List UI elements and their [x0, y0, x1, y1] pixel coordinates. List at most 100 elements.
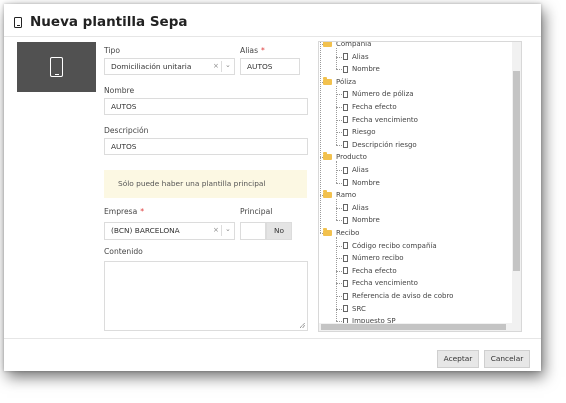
required-mark: *	[261, 46, 265, 55]
accept-button[interactable]: Aceptar	[437, 350, 479, 368]
template-image[interactable]	[17, 42, 96, 92]
tree-node-label: Referencia de aviso de cobro	[352, 292, 454, 300]
tree-connector	[336, 182, 342, 184]
tree-folder-node[interactable]: Recibo	[323, 227, 359, 239]
tree-node-label: Compañía	[336, 41, 372, 48]
tree-node-label: Producto	[336, 153, 367, 162]
tree-file-node[interactable]: Nombre	[343, 177, 380, 189]
file-icon	[343, 305, 348, 313]
tipo-select[interactable]: Domiciliación unitaria × ⌄	[104, 58, 235, 75]
principal-notice: Sólo puede haber una plantilla principal	[104, 170, 307, 198]
tree-file-node[interactable]: SRC	[343, 303, 366, 315]
tree-folder-node[interactable]: Compañía	[323, 41, 372, 50]
folder-open-icon	[323, 190, 332, 199]
tree-connector	[336, 69, 342, 71]
contenido-textarea[interactable]	[104, 261, 308, 331]
clear-icon[interactable]: ×	[213, 223, 219, 238]
tree-file-node[interactable]: Alias	[343, 51, 369, 63]
tipo-value: Domiciliación unitaria	[111, 62, 192, 71]
dialog-title-text: Nueva plantilla Sepa	[30, 14, 188, 30]
file-icon	[343, 254, 348, 262]
clear-icon[interactable]: ×	[213, 59, 219, 74]
tree-node-label: Código recibo compañía	[352, 241, 437, 250]
file-icon	[343, 279, 348, 287]
tree-node-label: Alias	[352, 52, 369, 61]
horizontal-scrollbar[interactable]	[319, 323, 521, 331]
tree-folder-node[interactable]: Póliza	[323, 76, 356, 88]
file-icon	[343, 90, 348, 98]
tree-node-label: Número recibo	[352, 254, 404, 263]
principal-label: Principal	[240, 207, 273, 216]
tree-file-node[interactable]: Código recibo compañía	[343, 240, 437, 252]
tree-file-node[interactable]: Alias	[343, 202, 369, 214]
empresa-select[interactable]: (BCN) BARCELONA × ⌄	[104, 222, 235, 240]
nombre-label: Nombre	[104, 86, 135, 95]
tree-node-label: Póliza	[336, 77, 357, 86]
resize-handle[interactable]	[300, 323, 305, 328]
vertical-scrollbar-thumb[interactable]	[513, 71, 520, 271]
tree-folder-node[interactable]: Ramo	[323, 189, 356, 201]
field-tree[interactable]: Compañía Alias Nombre Póliza Número de póliz…	[318, 41, 522, 332]
tree-file-node[interactable]: Número de póliza	[343, 88, 414, 100]
alias-input[interactable]: AUTOS	[240, 58, 300, 75]
tree-file-node[interactable]: Riesgo	[343, 126, 376, 138]
principal-toggle-yes[interactable]	[240, 222, 266, 240]
tree-connector	[320, 233, 323, 234]
tree-file-node[interactable]: Descripción riesgo	[343, 139, 417, 151]
tree-node-label: Nombre	[352, 65, 380, 74]
empresa-label: Empresa *	[104, 207, 145, 216]
mobile-phone-icon	[14, 16, 22, 28]
chevron-down-icon[interactable]: ⌄	[225, 222, 231, 237]
select-separator	[221, 61, 222, 72]
tree-file-node[interactable]: Fecha vencimiento	[343, 114, 418, 126]
empresa-value: (BCN) BARCELONA	[111, 226, 180, 235]
tree-node-label: Fecha efecto	[352, 266, 397, 275]
required-mark: *	[140, 207, 145, 216]
tree-file-node[interactable]: Alias	[343, 164, 369, 176]
tree-connector	[336, 199, 337, 221]
tree-file-node[interactable]: Número recibo	[343, 252, 404, 264]
footer-divider	[4, 338, 541, 339]
tree-file-node[interactable]: Referencia de aviso de cobro	[343, 290, 453, 302]
file-icon	[343, 141, 348, 149]
file-icon	[343, 242, 348, 250]
tree-folder-node[interactable]: Producto	[323, 151, 367, 163]
folder-open-icon	[323, 76, 332, 85]
tree-node-label: Fecha efecto	[352, 103, 397, 111]
tree-node-label: Alias	[352, 203, 369, 212]
chevron-down-icon[interactable]: ⌄	[225, 58, 231, 73]
file-icon	[343, 267, 348, 275]
tree-file-node[interactable]: Fecha vencimiento	[343, 277, 418, 289]
cancel-button[interactable]: Cancelar	[484, 350, 530, 368]
tree-node-label: Número de póliza	[352, 90, 414, 99]
horizontal-scrollbar-thumb[interactable]	[321, 324, 506, 330]
tree-file-node[interactable]: Fecha efecto	[343, 265, 397, 277]
tree-node-label: Alias	[352, 166, 369, 174]
tree-file-node[interactable]: Nombre	[343, 63, 380, 75]
tipo-label: Tipo	[104, 46, 120, 55]
header-divider	[4, 36, 541, 37]
folder-open-icon	[323, 152, 332, 161]
file-icon	[343, 166, 348, 174]
file-icon	[343, 65, 348, 73]
tree-node-label: Nombre	[352, 216, 380, 225]
nombre-input[interactable]: AUTOS	[104, 98, 308, 115]
file-icon	[343, 128, 348, 136]
file-icon	[343, 216, 348, 224]
file-icon	[343, 103, 348, 111]
folder-open-icon	[323, 42, 332, 47]
tree-connector	[320, 44, 323, 45]
tree-connector	[320, 157, 323, 159]
vertical-scrollbar[interactable]	[512, 42, 521, 331]
file-icon	[343, 179, 348, 187]
descripcion-input[interactable]: AUTOS	[104, 138, 308, 155]
mobile-phone-icon	[50, 57, 63, 77]
folder-open-icon	[323, 228, 332, 236]
principal-toggle-no[interactable]: No	[266, 222, 292, 240]
tree-node-label: Fecha vencimiento	[352, 279, 418, 288]
template-dialog: Nueva plantilla Sepa Tipo Domiciliación …	[4, 4, 541, 371]
tree-file-node[interactable]: Fecha efecto	[343, 101, 397, 113]
file-icon	[343, 292, 348, 300]
tree-file-node[interactable]: Nombre	[343, 214, 380, 226]
descripcion-label: Descripción	[104, 126, 149, 135]
